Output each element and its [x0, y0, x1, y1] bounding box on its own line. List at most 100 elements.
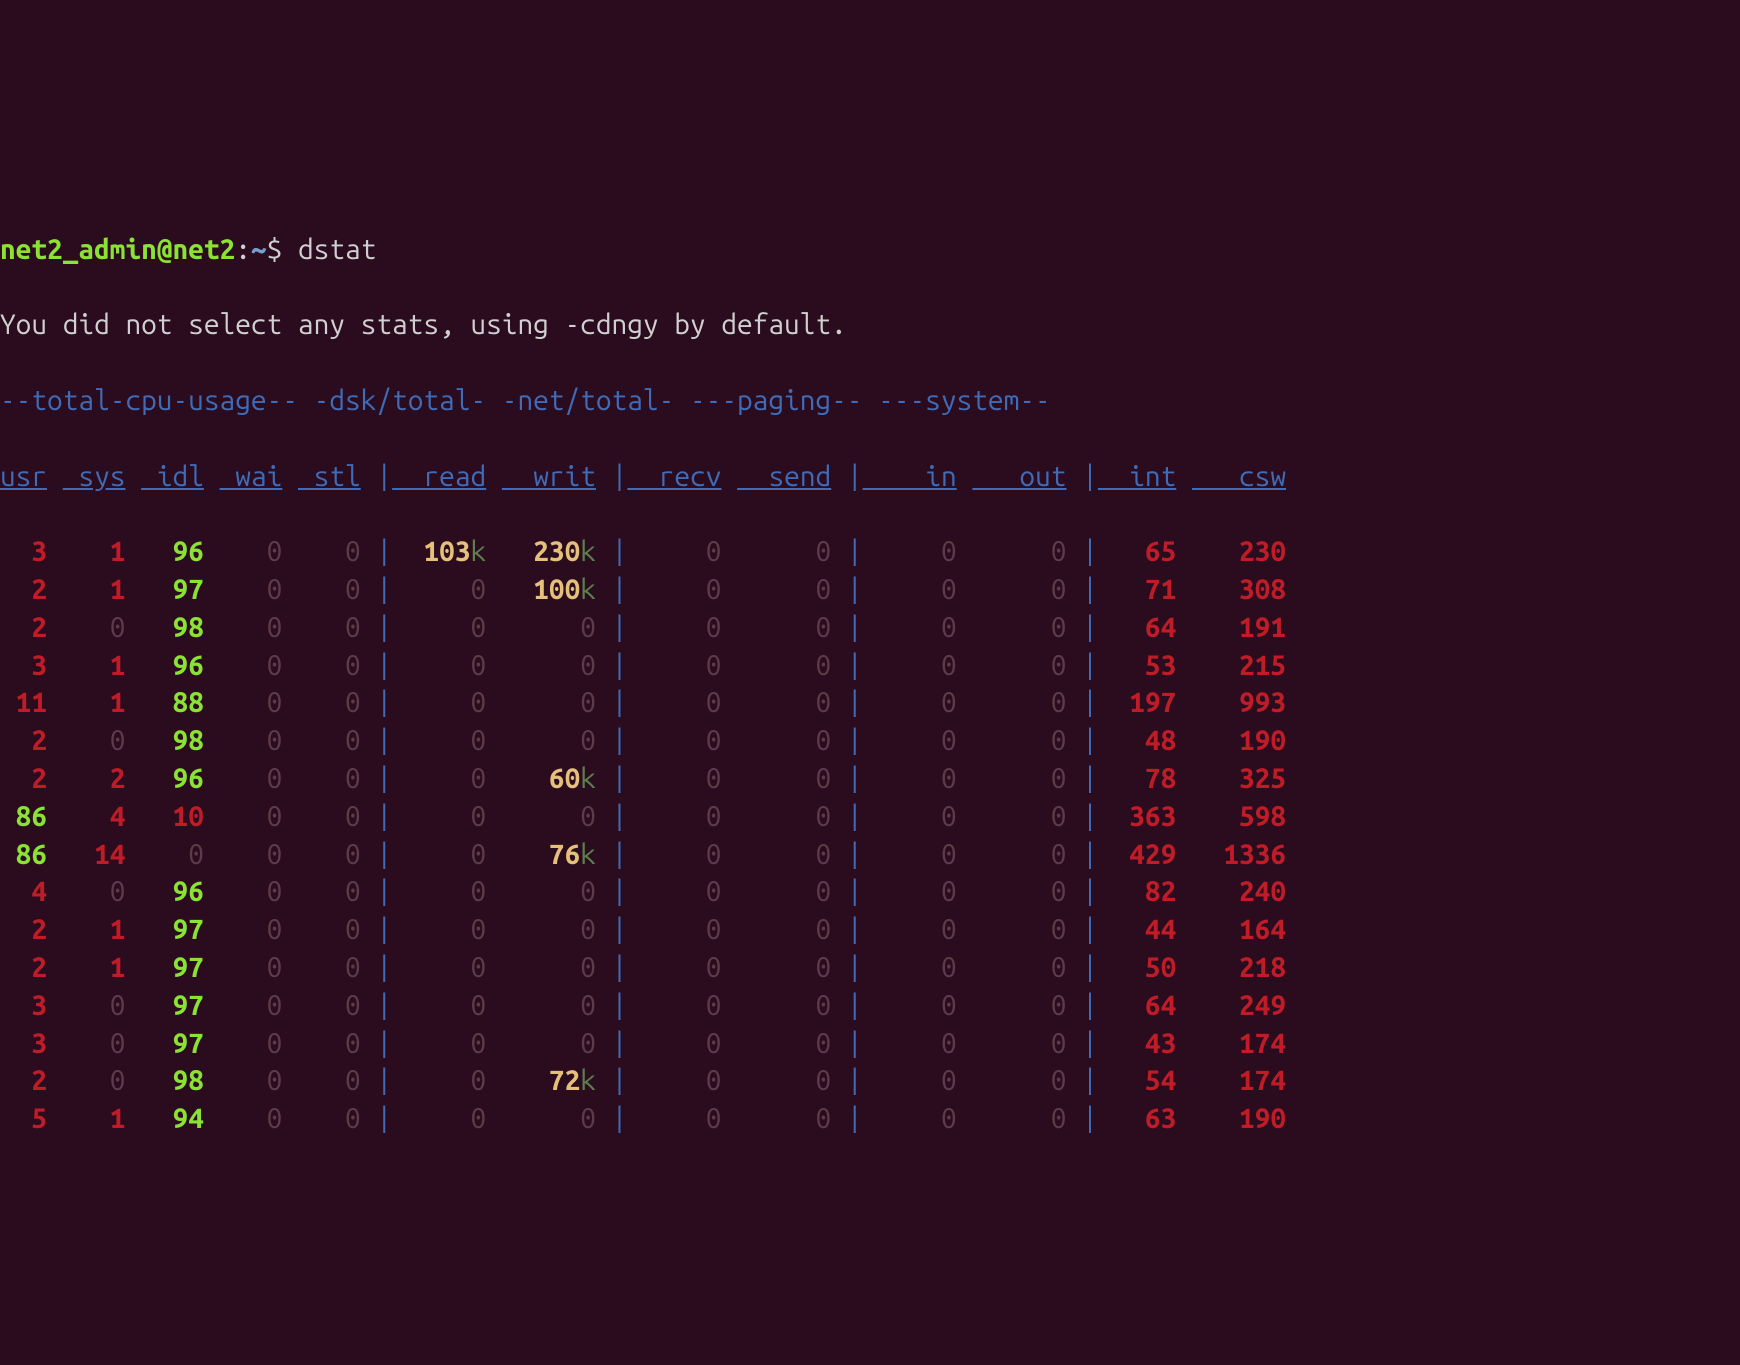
cell-stl: 0: [298, 1103, 361, 1134]
cell-send: 0: [737, 1103, 831, 1134]
cell-usr: 4: [0, 876, 47, 907]
cell-idl: 0: [141, 839, 204, 870]
separator: |: [612, 1028, 628, 1059]
cell-in: 0: [863, 650, 957, 681]
cell-csw: 230: [1192, 536, 1286, 567]
separator: |: [612, 461, 628, 492]
cell-out: 0: [972, 687, 1066, 718]
cell-stl: 0: [298, 952, 361, 983]
cell-recv: 0: [627, 536, 721, 567]
cell-wai: 0: [220, 1065, 283, 1096]
separator: |: [376, 1103, 392, 1134]
separator: |: [1082, 725, 1098, 756]
cell-sys: 0: [63, 990, 126, 1021]
cell-sys: 0: [63, 725, 126, 756]
cell-out: 0: [972, 536, 1066, 567]
cell-stl: 0: [298, 1065, 361, 1096]
cell-in: 0: [863, 725, 957, 756]
cell-read: 0: [392, 876, 486, 907]
cell-read: 0: [392, 801, 486, 832]
table-row: 86 4 10 0 0 | 0 0 | 0 0 | 0 0 | 363 598: [0, 798, 1740, 836]
cell-in: 0: [863, 536, 957, 567]
separator: |: [1082, 1065, 1098, 1096]
cell-writ: 0: [502, 650, 596, 681]
separator: |: [1082, 763, 1098, 794]
cell-writ: 0: [502, 801, 596, 832]
col-usr: usr: [0, 461, 47, 492]
cell-send: 0: [737, 1028, 831, 1059]
separator: |: [376, 990, 392, 1021]
cell-idl: 97: [141, 990, 204, 1021]
col-int: int: [1098, 461, 1176, 492]
cell-int: 64: [1098, 990, 1176, 1021]
cell-out: 0: [972, 876, 1066, 907]
cell-wai: 0: [220, 536, 283, 567]
unit: k: [580, 839, 596, 870]
cell-sys: 0: [63, 876, 126, 907]
cell-out: 0: [972, 1065, 1066, 1096]
separator: |: [1082, 914, 1098, 945]
table-row: 4 0 96 0 0 | 0 0 | 0 0 | 0 0 | 82 240: [0, 873, 1740, 911]
cell-csw: 190: [1192, 1103, 1286, 1134]
cell-wai: 0: [220, 876, 283, 907]
prompt-path: ~: [251, 234, 267, 265]
cell-wai: 0: [220, 914, 283, 945]
cell-usr: 2: [0, 725, 47, 756]
cell-usr: 2: [0, 1065, 47, 1096]
cell-in: 0: [863, 839, 957, 870]
cell-usr: 2: [0, 914, 47, 945]
cell-usr: 2: [0, 952, 47, 983]
cell-idl: 96: [141, 536, 204, 567]
cell-stl: 0: [298, 990, 361, 1021]
cell-idl: 98: [141, 1065, 204, 1096]
separator: |: [847, 839, 863, 870]
separator: |: [1082, 952, 1098, 983]
cell-csw: 993: [1192, 687, 1286, 718]
cell-send: 0: [737, 536, 831, 567]
cell-csw: 308: [1192, 574, 1286, 605]
cell-int: 44: [1098, 914, 1176, 945]
separator: |: [612, 1065, 628, 1096]
cell-wai: 0: [220, 687, 283, 718]
cell-stl: 0: [298, 1028, 361, 1059]
cell-wai: 0: [220, 952, 283, 983]
cell-send: 0: [737, 801, 831, 832]
cell-idl: 97: [141, 914, 204, 945]
prompt-dollar: $: [267, 234, 283, 265]
cell-usr: 11: [0, 687, 47, 718]
cell-in: 0: [863, 1065, 957, 1096]
separator: |: [1082, 876, 1098, 907]
col-wai: wai: [220, 461, 283, 492]
separator: |: [847, 536, 863, 567]
cell-out: 0: [972, 725, 1066, 756]
cell-usr: 3: [0, 536, 47, 567]
cell-read: 103: [392, 536, 470, 567]
cell-read: 0: [392, 1065, 486, 1096]
cell-sys: 1: [63, 650, 126, 681]
cell-in: 0: [863, 952, 957, 983]
separator: |: [847, 1065, 863, 1096]
cell-read: 0: [392, 839, 486, 870]
cell-recv: 0: [627, 612, 721, 643]
cell-send: 0: [737, 914, 831, 945]
cell-csw: 218: [1192, 952, 1286, 983]
cell-idl: 96: [141, 650, 204, 681]
cell-in: 0: [863, 1028, 957, 1059]
cell-usr: 86: [0, 839, 47, 870]
table-row: 3 0 97 0 0 | 0 0 | 0 0 | 0 0 | 64 249: [0, 987, 1740, 1025]
separator: |: [847, 725, 863, 756]
separator: |: [847, 612, 863, 643]
col-sys: sys: [63, 461, 126, 492]
col-out: out: [972, 461, 1066, 492]
table-row: 2 0 98 0 0 | 0 0 | 0 0 | 0 0 | 48 190: [0, 722, 1740, 760]
cell-sys: 0: [63, 1065, 126, 1096]
cell-stl: 0: [298, 536, 361, 567]
terminal[interactable]: net2_admin@net2:~$ dstat You did not sel…: [0, 189, 1740, 1176]
cell-int: 65: [1098, 536, 1176, 567]
separator: |: [612, 763, 628, 794]
column-header: usr sys idl wai stl | read writ | recv s…: [0, 458, 1740, 496]
col-recv: recv: [627, 461, 721, 492]
cell-out: 0: [972, 763, 1066, 794]
separator: |: [612, 839, 628, 870]
separator: |: [376, 1065, 392, 1096]
